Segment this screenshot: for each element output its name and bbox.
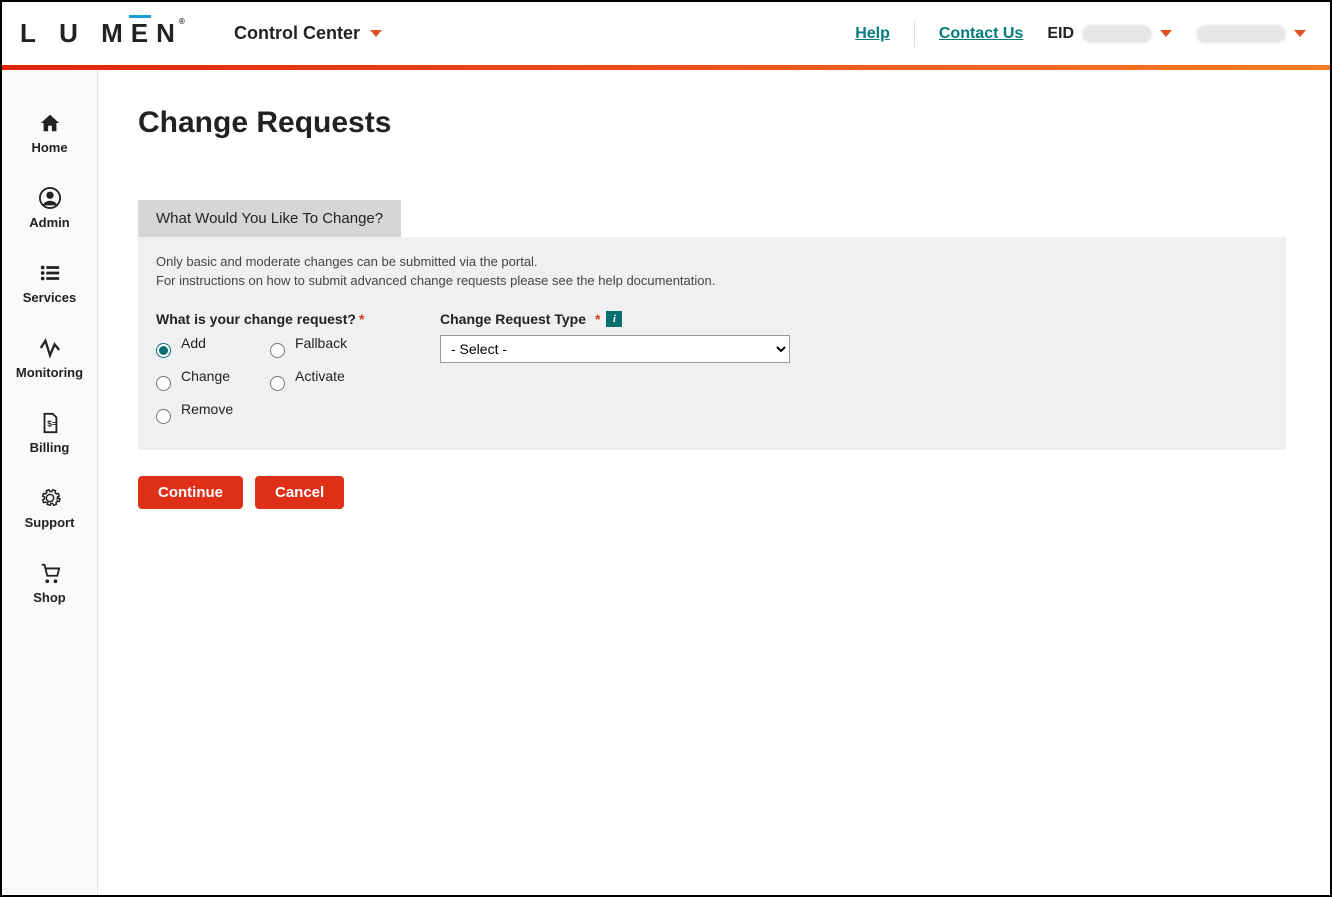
user-name-redacted xyxy=(1196,25,1286,43)
radio-option-activate[interactable]: Activate xyxy=(270,370,380,391)
radio-fieldset: What is your change request?* Add Fallba… xyxy=(156,311,380,424)
activity-icon xyxy=(39,337,61,359)
list-icon xyxy=(39,262,61,284)
main-content: Change Requests What Would You Like To C… xyxy=(98,70,1330,895)
gear-icon xyxy=(39,487,61,509)
help-link[interactable]: Help xyxy=(855,25,890,43)
radio-input-add[interactable] xyxy=(156,343,171,358)
global-header: L U MEN® Control Center Help Contact Us … xyxy=(2,2,1330,65)
radio-option-add[interactable]: Add xyxy=(156,337,266,358)
app-title-dropdown[interactable]: Control Center xyxy=(234,23,382,44)
change-panel: What Would You Like To Change? Only basi… xyxy=(138,200,1286,450)
sidebar-item-label: Monitoring xyxy=(16,365,83,380)
sidebar-item-support[interactable]: Support xyxy=(2,475,97,550)
sidebar-item-services[interactable]: Services xyxy=(2,250,97,325)
panel-note: Only basic and moderate changes can be s… xyxy=(156,253,1268,291)
sidebar-item-label: Shop xyxy=(33,590,66,605)
home-icon xyxy=(39,112,61,134)
lumen-logo: L U MEN® xyxy=(20,18,220,49)
radio-option-remove[interactable]: Remove xyxy=(156,403,266,424)
panel-body: Only basic and moderate changes can be s… xyxy=(138,237,1286,450)
sidebar-item-label: Admin xyxy=(29,215,69,230)
radio-input-change[interactable] xyxy=(156,376,171,391)
sidebar-item-admin[interactable]: Admin xyxy=(2,175,97,250)
type-fieldset: Change Request Type * i - Select - xyxy=(440,311,790,363)
radio-input-fallback[interactable] xyxy=(270,343,285,358)
change-request-type-select[interactable]: - Select - xyxy=(440,335,790,363)
sidebar-item-label: Home xyxy=(31,140,67,155)
chevron-down-icon xyxy=(370,30,382,37)
chevron-down-icon xyxy=(1160,30,1172,37)
divider xyxy=(914,21,915,47)
chevron-down-icon xyxy=(1294,30,1306,37)
note-line-1: Only basic and moderate changes can be s… xyxy=(156,254,538,269)
sidebar-item-home[interactable]: Home xyxy=(2,100,97,175)
type-label-row: Change Request Type * i xyxy=(440,311,790,327)
eid-value-redacted xyxy=(1082,25,1152,43)
contact-link[interactable]: Contact Us xyxy=(939,25,1023,43)
radio-option-change[interactable]: Change xyxy=(156,370,266,391)
info-icon[interactable]: i xyxy=(606,311,622,327)
svg-text:$=: $= xyxy=(47,420,57,429)
note-line-2: For instructions on how to submit advanc… xyxy=(156,273,715,288)
user-dropdown[interactable] xyxy=(1196,25,1306,43)
sidebar-item-shop[interactable]: Shop xyxy=(2,550,97,625)
cart-icon xyxy=(39,562,61,584)
type-label: Change Request Type xyxy=(440,311,586,327)
user-icon xyxy=(39,187,61,209)
radio-group-label: What is your change request?* xyxy=(156,311,380,327)
eid-dropdown[interactable]: EID xyxy=(1047,25,1172,43)
panel-tab-label: What Would You Like To Change? xyxy=(138,200,401,237)
sidebar-item-billing[interactable]: $= Billing xyxy=(2,400,97,475)
eid-label: EID xyxy=(1047,25,1074,43)
radio-option-fallback[interactable]: Fallback xyxy=(270,337,380,358)
header-right: Help Contact Us EID xyxy=(855,21,1306,47)
sidebar-item-label: Services xyxy=(23,290,77,305)
action-buttons: Continue Cancel xyxy=(138,476,1286,509)
app-title: Control Center xyxy=(234,23,360,44)
continue-button[interactable]: Continue xyxy=(138,476,243,509)
page-title: Change Requests xyxy=(138,106,1286,140)
sidebar-item-label: Billing xyxy=(30,440,70,455)
radio-input-remove[interactable] xyxy=(156,409,171,424)
left-nav: Home Admin Services Monitoring $= Billin… xyxy=(2,70,98,895)
cancel-button[interactable]: Cancel xyxy=(255,476,344,509)
radio-input-activate[interactable] xyxy=(270,376,285,391)
sidebar-item-monitoring[interactable]: Monitoring xyxy=(2,325,97,400)
sidebar-item-label: Support xyxy=(25,515,75,530)
invoice-icon: $= xyxy=(39,412,61,434)
